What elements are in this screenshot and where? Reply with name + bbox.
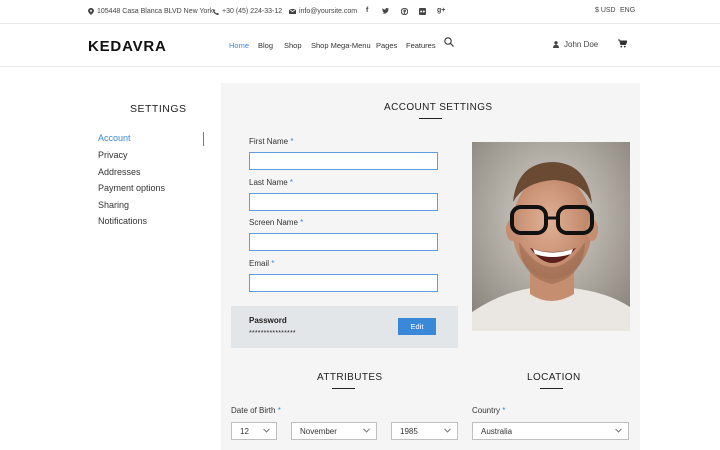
- first-name-input[interactable]: [249, 152, 438, 170]
- user-menu[interactable]: John Doe: [553, 40, 598, 49]
- user-name[interactable]: John Doe: [564, 40, 598, 49]
- language-selector[interactable]: ENG: [620, 7, 635, 14]
- screen-name-label: Screen Name *: [249, 218, 304, 227]
- email-info[interactable]: info@yoursite.com: [289, 8, 357, 15]
- sidebar-item-payment-options[interactable]: Payment options: [98, 183, 165, 193]
- location-title: LOCATION: [527, 372, 581, 383]
- main-header: KEDAVRA Home Blog Shop Shop Mega-Menu Pa…: [0, 24, 720, 67]
- phone-icon: [213, 8, 219, 15]
- password-label: Password: [249, 316, 287, 325]
- twitter-icon[interactable]: [382, 8, 389, 14]
- flickr-icon[interactable]: [419, 8, 426, 15]
- pinterest-icon[interactable]: [401, 8, 408, 15]
- sidebar-item-account[interactable]: Account: [98, 133, 131, 143]
- attributes-title: ATTRIBUTES: [317, 372, 383, 383]
- chevron-down-icon: [615, 428, 622, 433]
- country-select[interactable]: Australia: [472, 422, 629, 440]
- sidebar-title: SETTINGS: [130, 103, 187, 115]
- sidebar-item-addresses[interactable]: Addresses: [98, 167, 141, 177]
- month-select[interactable]: November: [291, 422, 377, 440]
- google-plus-icon[interactable]: g+: [437, 7, 445, 14]
- account-settings-title: ACCOUNT SETTINGS: [384, 102, 493, 113]
- nav-blog[interactable]: Blog: [258, 41, 273, 50]
- user-icon: [553, 41, 559, 48]
- attributes-underline: [332, 388, 355, 389]
- phone-text: +30 (45) 224-33-12: [222, 8, 283, 15]
- last-name-label: Last Name *: [249, 178, 294, 187]
- sidebar-item-privacy[interactable]: Privacy: [98, 150, 128, 160]
- cart-icon[interactable]: [618, 39, 627, 48]
- email-text[interactable]: info@yoursite.com: [299, 8, 357, 15]
- nav-features[interactable]: Features: [406, 41, 436, 50]
- top-bar: 105448 Casa Blanca BLVD New York +30 (45…: [0, 0, 720, 24]
- location-underline: [540, 388, 563, 389]
- map-pin-icon: [88, 8, 94, 15]
- password-box: Password **************** Edit: [231, 306, 458, 348]
- nav-shop-mega-menu[interactable]: Shop Mega-Menu: [311, 41, 371, 50]
- nav-pages[interactable]: Pages: [376, 41, 397, 50]
- sidebar-item-notifications[interactable]: Notifications: [98, 216, 147, 226]
- active-indicator: [203, 132, 204, 146]
- edit-password-button[interactable]: Edit: [398, 318, 436, 335]
- email-input[interactable]: [249, 274, 438, 292]
- chevron-down-icon: [363, 428, 370, 433]
- envelope-icon: [289, 9, 296, 14]
- avatar: [472, 142, 630, 331]
- day-value: 12: [240, 426, 249, 436]
- currency-selector[interactable]: $ USD: [595, 7, 616, 14]
- country-label: Country *: [472, 406, 506, 415]
- screen-name-input[interactable]: [249, 233, 438, 251]
- nav-home[interactable]: Home: [229, 41, 249, 50]
- email-label: Email *: [249, 259, 275, 268]
- phone-info: +30 (45) 224-33-12: [213, 8, 282, 15]
- first-name-label: First Name *: [249, 137, 294, 146]
- year-select[interactable]: 1985: [391, 422, 458, 440]
- site-logo[interactable]: KEDAVRA: [88, 38, 167, 55]
- chevron-down-icon: [444, 428, 451, 433]
- profile-photo[interactable]: [472, 142, 630, 331]
- password-value: ****************: [249, 330, 296, 337]
- address-info: 105448 Casa Blanca BLVD New York: [88, 8, 213, 15]
- year-value: 1985: [400, 426, 418, 436]
- country-value: Australia: [481, 426, 513, 436]
- date-of-birth-label: Date of Birth *: [231, 406, 281, 415]
- chevron-down-icon: [263, 428, 270, 433]
- month-value: November: [300, 426, 337, 436]
- search-icon[interactable]: [444, 37, 454, 47]
- nav-shop[interactable]: Shop: [284, 41, 302, 50]
- day-select[interactable]: 12: [231, 422, 277, 440]
- title-underline: [419, 118, 442, 119]
- facebook-icon[interactable]: f: [366, 7, 368, 14]
- last-name-input[interactable]: [249, 193, 438, 211]
- address-text: 105448 Casa Blanca BLVD New York: [97, 8, 214, 15]
- sidebar-item-sharing[interactable]: Sharing: [98, 200, 129, 210]
